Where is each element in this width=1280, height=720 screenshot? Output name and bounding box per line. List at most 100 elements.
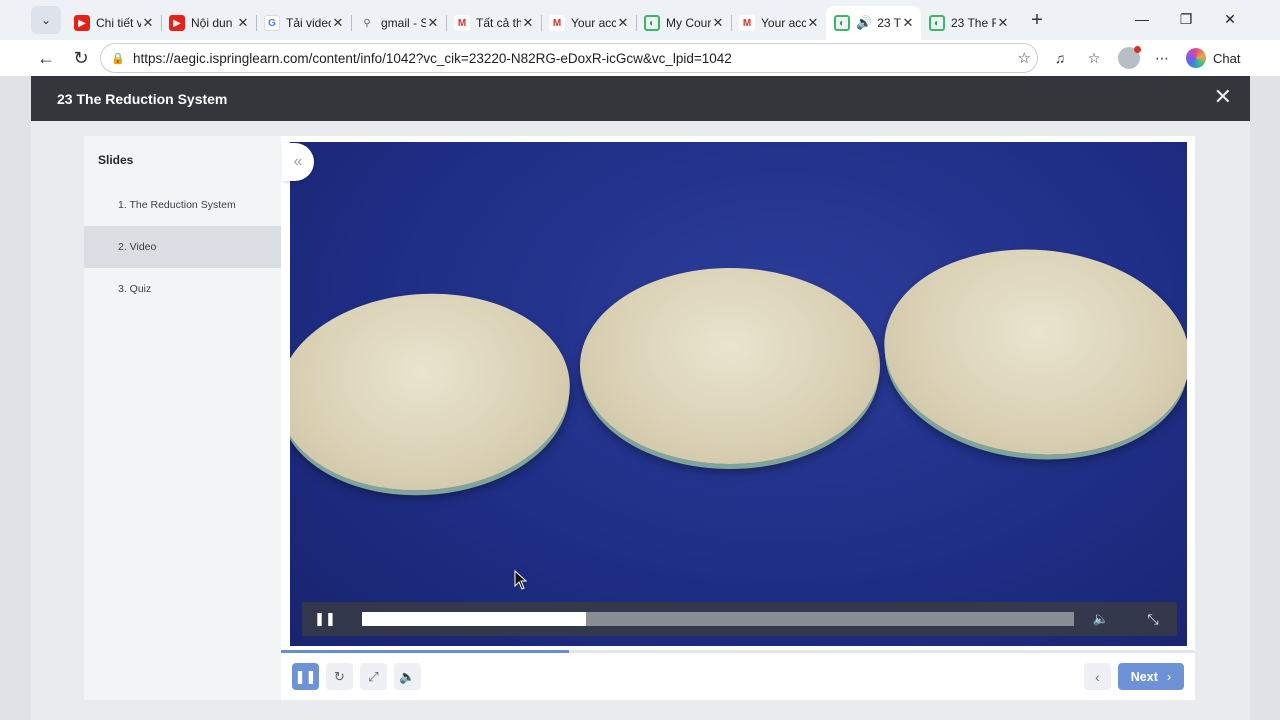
expand-icon: ⤢ xyxy=(368,668,379,684)
browser-tab[interactable]: M Your acc ✕ xyxy=(731,7,826,39)
gmail-icon: M xyxy=(739,15,755,31)
media-control-icon[interactable]: ♫ xyxy=(1050,48,1070,68)
tab-title: 23 The R xyxy=(951,16,996,30)
more-menu-icon[interactable]: ⋯ xyxy=(1152,48,1172,68)
youtube-icon: ▶ xyxy=(169,15,185,31)
restore-button[interactable]: ❐ xyxy=(1164,0,1208,38)
slide-progress-bar xyxy=(281,650,1195,653)
search-icon: ⚲ xyxy=(363,17,371,29)
course-header: 23 The Reduction System ✕ xyxy=(31,76,1250,121)
chevron-left-icon: ‹ xyxy=(1095,668,1100,685)
refresh-icon: ↻ xyxy=(73,47,89,68)
video-seek-bar[interactable] xyxy=(362,612,1074,626)
favorites-icon[interactable]: ☆ xyxy=(1084,48,1104,68)
pause-button[interactable]: ❚❚ xyxy=(314,610,336,628)
replay-button[interactable]: ↻ xyxy=(326,663,353,690)
close-icon[interactable]: ✕ xyxy=(521,15,535,31)
tab-search-button[interactable]: ⌄ xyxy=(31,6,61,34)
video-control-bar: ❚❚ 🔈 ⤡ xyxy=(302,602,1177,636)
replay-icon: ↻ xyxy=(334,668,345,684)
tab-title: Tải video xyxy=(286,16,331,30)
video-progress-fill xyxy=(362,612,586,626)
close-icon: ✕ xyxy=(1224,10,1236,27)
volume-icon: 🔈 xyxy=(399,668,416,684)
chat-label: Chat xyxy=(1213,50,1241,66)
browser-tab[interactable]: G Tải video ✕ xyxy=(256,7,351,39)
tab-title: gmail - S xyxy=(381,16,426,30)
close-icon[interactable]: ✕ xyxy=(901,15,915,31)
pause-icon: ❚❚ xyxy=(314,611,336,626)
volume-button[interactable]: 🔈 xyxy=(1092,610,1110,628)
ispring-icon: ◐ xyxy=(644,15,660,31)
mute-button[interactable]: 🔈 xyxy=(394,663,421,690)
close-icon[interactable]: ✕ xyxy=(236,15,250,31)
browser-tab[interactable]: ⚲ gmail - S ✕ xyxy=(351,7,446,39)
browser-tab[interactable]: M Your acc ✕ xyxy=(541,7,636,39)
gmail-icon: M xyxy=(454,15,470,31)
sidebar-item-slide-3[interactable]: 3. Quiz xyxy=(84,268,281,310)
youtube-icon: ▶ xyxy=(74,15,90,31)
previous-button[interactable]: ‹ xyxy=(1084,663,1111,690)
browser-tab-strip: ⌄ ▶ Chi tiết v ✕ ▶ Nội dun ✕ G Tải video… xyxy=(0,0,1280,40)
close-icon[interactable]: ✕ xyxy=(711,15,725,31)
player-area: Slides 1. The Reduction System 2. Video … xyxy=(31,121,1250,720)
tab-title: Chi tiết v xyxy=(96,16,141,30)
browser-tab[interactable]: ▶ Nội dun ✕ xyxy=(161,7,256,39)
avatar[interactable] xyxy=(1118,46,1141,69)
browser-tab[interactable]: ◐ My Cour ✕ xyxy=(636,7,731,39)
minimize-button[interactable]: — xyxy=(1120,0,1164,38)
speaker-icon[interactable]: 🔊 xyxy=(856,15,872,31)
mouse-cursor-icon xyxy=(514,570,528,590)
arrow-left-icon: ← xyxy=(37,47,55,68)
exit-fullscreen-button[interactable]: ⤡ xyxy=(1142,608,1164,630)
volume-icon: 🔈 xyxy=(1092,611,1110,626)
ispring-icon: ◐ xyxy=(834,15,850,31)
window-close-button[interactable]: ✕ xyxy=(1208,0,1252,38)
close-icon[interactable]: ✕ xyxy=(426,15,440,31)
plus-icon: + xyxy=(1031,8,1043,31)
player-card: Slides 1. The Reduction System 2. Video … xyxy=(84,136,1195,700)
browser-tab[interactable]: M Tất cả th ✕ xyxy=(446,7,541,39)
tab-title: 23 T xyxy=(877,16,901,30)
favorite-star-icon[interactable]: ☆ xyxy=(1018,49,1031,67)
close-icon[interactable]: ✕ xyxy=(616,15,630,31)
sidebar-item-slide-1[interactable]: 1. The Reduction System xyxy=(84,184,281,226)
copilot-icon xyxy=(1186,48,1206,68)
address-bar[interactable]: 🔒 https://aegic.ispringlearn.com/content… xyxy=(100,43,1038,73)
close-icon[interactable]: ✕ xyxy=(1214,86,1232,108)
chevron-right-icon: › xyxy=(1166,669,1172,684)
restore-icon: ❐ xyxy=(1179,10,1193,27)
exit-fullscreen-icon: ⤡ xyxy=(1147,610,1159,627)
browser-toolbar: ← ↻ 🔒 https://aegic.ispringlearn.com/con… xyxy=(0,40,1280,76)
refresh-button[interactable]: ↻ xyxy=(66,43,96,73)
browser-tab-active[interactable]: ◐ 🔊 23 T ✕ xyxy=(826,6,921,40)
gmail-icon: M xyxy=(549,15,565,31)
tab-title: Nội dun xyxy=(191,16,233,30)
play-pause-button[interactable]: ❚❚ xyxy=(292,663,319,690)
close-icon[interactable]: ✕ xyxy=(996,15,1010,31)
browser-tab[interactable]: ◐ 23 The R ✕ xyxy=(921,7,1016,39)
page-content: 23 The Reduction System ✕ Slides 1. The … xyxy=(0,76,1280,720)
back-button[interactable]: ← xyxy=(31,43,61,73)
sidebar-heading: Slides xyxy=(98,153,134,167)
close-icon[interactable]: ✕ xyxy=(331,15,345,31)
ispring-icon: ◐ xyxy=(929,15,945,31)
close-icon[interactable]: ✕ xyxy=(141,15,155,31)
sidebar-item-slide-2[interactable]: 2. Video xyxy=(84,226,281,268)
tab-title: My Cour xyxy=(666,16,711,30)
video-player[interactable]: ❚❚ 🔈 ⤡ xyxy=(290,142,1187,646)
new-tab-button[interactable]: + xyxy=(1022,5,1052,35)
next-label: Next xyxy=(1130,669,1158,684)
url-text: https://aegic.ispringlearn.com/content/i… xyxy=(133,50,732,66)
chevron-down-icon: ⌄ xyxy=(40,13,52,27)
site-info-icon[interactable]: 🔒 xyxy=(111,51,125,65)
next-button[interactable]: Next › xyxy=(1118,663,1184,690)
copilot-chat-button[interactable]: Chat xyxy=(1186,46,1240,70)
google-icon: G xyxy=(264,15,280,31)
minimize-icon: — xyxy=(1135,11,1149,27)
browser-tab[interactable]: ▶ Chi tiết v ✕ xyxy=(66,7,161,39)
slides-sidebar: Slides 1. The Reduction System 2. Video … xyxy=(84,136,281,700)
close-icon[interactable]: ✕ xyxy=(806,15,820,31)
fullscreen-button[interactable]: ⤢ xyxy=(360,663,387,690)
course-title: 23 The Reduction System xyxy=(57,90,228,107)
